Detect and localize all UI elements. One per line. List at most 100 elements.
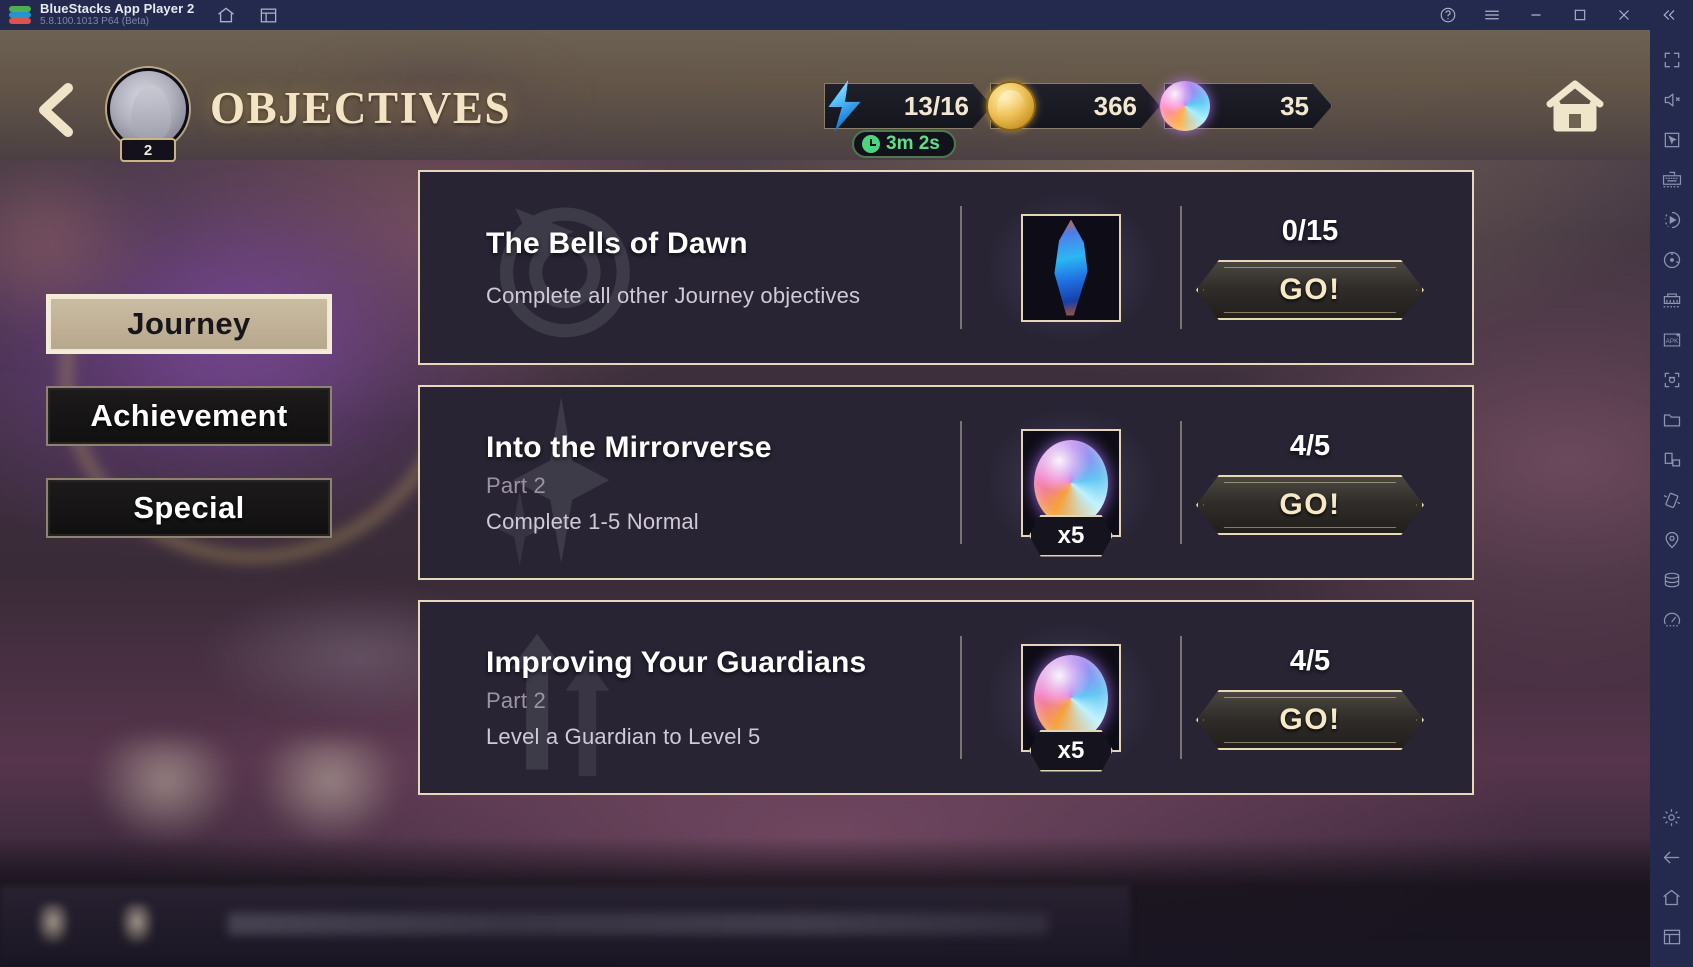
go-button-label: GO!	[1279, 273, 1341, 306]
energy-bolt-icon	[818, 78, 874, 134]
home-icon[interactable]	[216, 5, 236, 25]
macro-record-icon[interactable]	[1650, 200, 1693, 240]
resource-energy[interactable]: 13/16	[824, 80, 992, 132]
objective-progress-block: 4/5 GO!	[1182, 387, 1472, 578]
tab-journey[interactable]: Journey	[46, 294, 332, 354]
objective-progress: 4/5	[1289, 645, 1331, 677]
cursor-icon[interactable]	[1650, 120, 1693, 160]
home-button[interactable]	[1540, 74, 1610, 138]
objective-progress: 0/15	[1281, 215, 1339, 247]
titlebar-text-group: BlueStacks App Player 2 5.8.100.1013 P64…	[40, 2, 194, 28]
titlebar-left-icons	[216, 5, 278, 25]
game-viewport: 2 OBJECTIVES 13/16 3m 2s 366 35 Journey …	[0, 30, 1650, 967]
screenshot-icon[interactable]	[1650, 360, 1693, 400]
objective-progress-block: 0/15 GO!	[1182, 172, 1472, 363]
location-icon[interactable]	[1650, 520, 1693, 560]
titlebar-right-icons	[1439, 6, 1693, 24]
objective-progress-block: 4/5 GO!	[1182, 602, 1472, 793]
category-tabs: Journey Achievement Special	[46, 294, 332, 570]
objective-title: Into the Mirrorverse	[486, 430, 772, 464]
objective-text-block: Improving Your Guardians Part 2 Level a …	[420, 602, 960, 793]
go-button[interactable]: GO!	[1196, 690, 1424, 750]
prism-orb-icon	[1158, 78, 1214, 134]
background-dock-text	[228, 913, 1048, 935]
avatar-hood-shape	[131, 85, 171, 141]
clock-icon	[862, 135, 880, 153]
android-home-icon[interactable]	[1650, 877, 1693, 917]
multi-instance-icon[interactable]	[258, 5, 278, 25]
objective-reward	[962, 172, 1180, 363]
disk-cleanup-icon[interactable]	[1650, 560, 1693, 600]
media-folder-icon[interactable]	[1650, 400, 1693, 440]
sync-icon[interactable]	[1650, 240, 1693, 280]
minimize-icon[interactable]	[1527, 6, 1545, 24]
blue-shard-icon	[1054, 219, 1088, 316]
close-icon[interactable]	[1615, 6, 1633, 24]
resource-gem[interactable]: 35	[1160, 81, 1332, 131]
prism-orb-icon	[1034, 654, 1108, 741]
reward-count-badge: x5	[1029, 514, 1113, 557]
tab-special[interactable]: Special	[46, 478, 332, 538]
background-statue-right	[255, 737, 405, 847]
objective-card[interactable]: The Bells of Dawn Complete all other Jou…	[418, 170, 1474, 365]
objective-reward: x5	[962, 387, 1180, 578]
page-title: OBJECTIVES	[210, 83, 512, 133]
energy-refill-timer: 3m 2s	[852, 130, 956, 158]
game-header: 2 OBJECTIVES 13/16 3m 2s 366 35	[0, 30, 1650, 162]
settings-gear-icon[interactable]	[1650, 797, 1693, 837]
reward-count-badge: x5	[1029, 729, 1113, 772]
multi-instance-manager-icon[interactable]	[1650, 280, 1693, 320]
resource-gold[interactable]: 366	[986, 81, 1160, 131]
reward-frame	[1021, 213, 1121, 322]
maximize-icon[interactable]	[1571, 6, 1589, 24]
reward-frame: x5	[1021, 643, 1121, 772]
menu-icon[interactable]	[1483, 6, 1501, 24]
objective-reward: x5	[962, 602, 1180, 793]
recent-apps-icon[interactable]	[1650, 917, 1693, 957]
tab-achievement[interactable]: Achievement	[46, 386, 332, 446]
objective-part: Part 2	[486, 687, 546, 713]
tab-special-label: Special	[133, 490, 245, 525]
app-version: 5.8.100.1013 P64 (Beta)	[40, 16, 149, 27]
objective-title: Improving Your Guardians	[486, 645, 867, 679]
back-arrow-icon[interactable]	[1650, 837, 1693, 877]
shake-icon[interactable]	[1650, 480, 1693, 520]
tab-journey-label: Journey	[127, 306, 251, 341]
objective-description: Complete all other Journey objectives	[486, 282, 861, 308]
energy-timer-value: 3m 2s	[886, 133, 940, 154]
objectives-list: The Bells of Dawn Complete all other Jou…	[418, 170, 1474, 815]
go-button[interactable]: GO!	[1196, 260, 1424, 320]
mute-icon[interactable]	[1650, 80, 1693, 120]
objective-description: Level a Guardian to Level 5	[486, 723, 761, 749]
bluestacks-logo-icon	[9, 6, 31, 24]
rotate-window-icon[interactable]	[1650, 440, 1693, 480]
objective-text-block: Into the Mirrorverse Part 2 Complete 1-5…	[420, 387, 960, 578]
collapse-icon[interactable]	[1659, 6, 1677, 24]
objective-description: Complete 1-5 Normal	[486, 508, 699, 534]
objective-card[interactable]: Into the Mirrorverse Part 2 Complete 1-5…	[418, 385, 1474, 580]
back-button[interactable]	[28, 78, 84, 142]
go-button-label: GO!	[1279, 488, 1341, 521]
performance-icon[interactable]	[1650, 600, 1693, 640]
objective-card[interactable]: Improving Your Guardians Part 2 Level a …	[418, 600, 1474, 795]
objective-title: The Bells of Dawn	[486, 226, 748, 260]
window-titlebar: BlueStacks App Player 2 5.8.100.1013 P64…	[0, 0, 1693, 30]
svg-text:APK: APK	[1665, 338, 1678, 345]
help-icon[interactable]	[1439, 6, 1457, 24]
background-dock-icon-2	[120, 903, 154, 945]
fullscreen-icon[interactable]	[1650, 40, 1693, 80]
background-dock-icon-1	[36, 903, 70, 945]
install-apk-icon[interactable]: APK	[1650, 320, 1693, 360]
tab-achievement-label: Achievement	[90, 398, 288, 433]
go-button[interactable]: GO!	[1196, 475, 1424, 535]
reward-frame: x5	[1021, 428, 1121, 557]
objective-progress: 4/5	[1289, 430, 1331, 462]
bluestacks-sidebar: APK	[1650, 30, 1693, 967]
keymapping-icon[interactable]	[1650, 160, 1693, 200]
player-avatar[interactable]: 2	[107, 68, 189, 162]
go-button-label: GO!	[1279, 703, 1341, 736]
prism-orb-icon	[1034, 439, 1108, 526]
player-level-badge: 2	[120, 138, 176, 162]
objective-text-block: The Bells of Dawn Complete all other Jou…	[420, 172, 960, 363]
background-statue-left	[90, 737, 240, 847]
